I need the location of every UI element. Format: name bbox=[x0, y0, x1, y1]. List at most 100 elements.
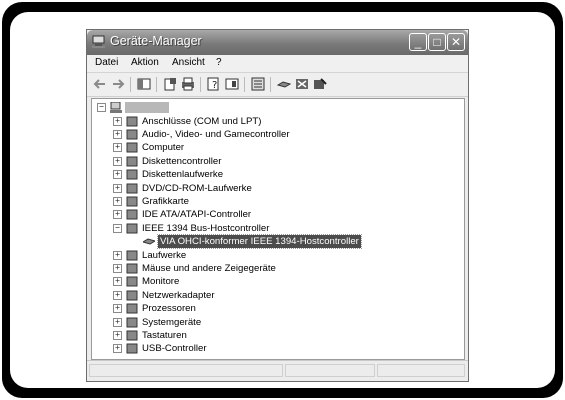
port-icon bbox=[126, 116, 138, 126]
ieee1394-device-icon bbox=[143, 238, 155, 245]
print-icon[interactable] bbox=[181, 77, 195, 91]
tree-category[interactable]: + Anschlüsse (COM und LPT) bbox=[92, 115, 452, 128]
tree-root[interactable]: − bbox=[97, 101, 197, 114]
tree-category[interactable]: + Systemgeräte bbox=[92, 316, 452, 329]
tree-category[interactable]: + Monitore bbox=[92, 275, 452, 288]
window-title: Geräte-Manager bbox=[110, 34, 202, 48]
tree-category-label[interactable]: Monitore bbox=[142, 275, 179, 288]
tree-category-label[interactable]: Mäuse und andere Zeigegeräte bbox=[142, 262, 276, 275]
tree-category-label[interactable]: Netzwerkadapter bbox=[142, 289, 215, 302]
expand-toggle[interactable]: + bbox=[113, 317, 122, 327]
tree-category-label[interactable]: USB-Controller bbox=[142, 342, 207, 355]
tree-category-label[interactable]: Diskettencontroller bbox=[142, 155, 221, 168]
tree-category[interactable]: + Audio-, Video- und Gamecontroller bbox=[92, 128, 452, 141]
tree-category-label[interactable]: Anschlüsse (COM und LPT) bbox=[142, 115, 261, 128]
menu-aktion[interactable]: Aktion bbox=[131, 57, 159, 68]
tree-category[interactable]: + Prozessoren bbox=[92, 302, 452, 315]
display-adapter-icon bbox=[126, 196, 138, 207]
minimize-button[interactable]: _ bbox=[409, 33, 427, 51]
expand-toggle[interactable]: + bbox=[113, 156, 122, 166]
status-bar bbox=[87, 360, 468, 381]
expand-toggle[interactable]: + bbox=[113, 344, 122, 354]
tree-category[interactable]: + Diskettencontroller bbox=[92, 155, 452, 168]
tree-category[interactable]: + Netzwerkadapter bbox=[92, 289, 452, 302]
floppy-controller-icon bbox=[126, 156, 138, 167]
expand-toggle[interactable]: + bbox=[113, 129, 122, 139]
tree-category[interactable]: + Mäuse und andere Zeigegeräte bbox=[92, 262, 452, 275]
tree-category[interactable]: + Tastaturen bbox=[92, 329, 452, 342]
title-bar[interactable]: Geräte-Manager _ □ ✕ bbox=[87, 30, 468, 55]
collapse-toggle[interactable]: − bbox=[113, 223, 122, 233]
tree-category[interactable]: + Computer bbox=[92, 141, 452, 154]
help-icon[interactable]: ? bbox=[207, 77, 221, 91]
tree-category-label[interactable]: Computer bbox=[142, 141, 184, 154]
tree-category-label[interactable]: DVD/CD-ROM-Laufwerke bbox=[142, 182, 252, 195]
expand-toggle[interactable]: + bbox=[113, 330, 122, 340]
tree-category-label[interactable]: Laufwerke bbox=[142, 249, 186, 262]
tree-category-label[interactable]: Prozessoren bbox=[142, 302, 196, 315]
tree-category[interactable]: − IEEE 1394 Bus-Hostcontroller bbox=[92, 222, 452, 235]
computer-name[interactable] bbox=[125, 102, 169, 113]
computer-icon bbox=[110, 102, 122, 113]
mouse-icon bbox=[126, 263, 138, 274]
expand-toggle[interactable]: + bbox=[113, 196, 122, 206]
expand-toggle[interactable]: + bbox=[113, 277, 122, 287]
device-manager-window: Geräte-Manager _ □ ✕ Datei Aktion Ansich… bbox=[86, 29, 469, 382]
tree-category-label[interactable]: Grafikkarte bbox=[142, 195, 189, 208]
ieee1394-icon bbox=[126, 223, 138, 234]
close-button[interactable]: ✕ bbox=[447, 33, 465, 51]
cdrom-icon bbox=[126, 183, 138, 193]
expand-toggle[interactable]: + bbox=[113, 250, 122, 260]
view-icon[interactable] bbox=[225, 77, 239, 91]
expand-toggle[interactable]: + bbox=[113, 290, 122, 300]
expand-toggle[interactable]: + bbox=[113, 263, 122, 273]
console-tree-icon[interactable] bbox=[137, 77, 151, 91]
tree-category[interactable]: + IDE ATA/ATAPI-Controller bbox=[92, 208, 452, 221]
expand-toggle[interactable]: + bbox=[113, 210, 122, 220]
tree-device[interactable]: VIA OHCI-konformer IEEE 1394-Hostcontrol… bbox=[92, 234, 452, 250]
network-adapter-icon bbox=[126, 290, 138, 301]
toolbar-separator bbox=[130, 77, 131, 92]
toolbar-separator bbox=[270, 77, 271, 92]
back-arrow-icon[interactable] bbox=[93, 77, 107, 91]
tree-category[interactable]: + DVD/CD-ROM-Laufwerke bbox=[92, 182, 452, 195]
update-driver-icon[interactable] bbox=[277, 77, 291, 91]
disable-icon[interactable] bbox=[313, 77, 327, 91]
forward-arrow-icon[interactable] bbox=[111, 77, 125, 91]
tree-category[interactable]: + Grafikkarte bbox=[92, 195, 452, 208]
tree-category-label[interactable]: IEEE 1394 Bus-Hostcontroller bbox=[142, 222, 269, 235]
device-tree[interactable]: − + Anschlüsse (COM und LPT) + Audio-, Vide… bbox=[91, 98, 465, 360]
toolbar-separator bbox=[200, 77, 201, 92]
ide-controller-icon bbox=[126, 209, 138, 220]
usb-icon bbox=[126, 343, 138, 354]
expand-toggle[interactable]: + bbox=[113, 143, 122, 153]
system-device-icon bbox=[126, 317, 138, 327]
tree-category-label[interactable]: Tastaturen bbox=[142, 329, 187, 342]
tree-category[interactable]: + USB-Controller bbox=[92, 342, 452, 355]
expand-toggle[interactable]: + bbox=[113, 183, 122, 193]
tree-category-label[interactable]: IDE ATA/ATAPI-Controller bbox=[142, 208, 251, 221]
tree-device-label[interactable]: VIA OHCI-konformer IEEE 1394-Hostcontrol… bbox=[157, 234, 362, 250]
tree-category[interactable]: + Diskettenlaufwerke bbox=[92, 168, 452, 181]
scan-hardware-icon[interactable] bbox=[251, 77, 265, 91]
tree-category-label[interactable]: Audio-, Video- und Gamecontroller bbox=[142, 128, 290, 141]
expand-toggle[interactable]: + bbox=[113, 170, 122, 180]
properties-icon[interactable] bbox=[163, 77, 177, 91]
tree-category-label[interactable]: Systemgeräte bbox=[142, 316, 201, 329]
svg-text:?: ? bbox=[212, 80, 217, 91]
status-cell bbox=[377, 364, 465, 377]
expand-toggle[interactable]: + bbox=[113, 116, 122, 126]
menu-help[interactable]: ? bbox=[216, 57, 222, 68]
maximize-button[interactable]: □ bbox=[428, 33, 446, 51]
toolbar: ? bbox=[87, 73, 468, 97]
expand-toggle[interactable]: + bbox=[113, 304, 122, 314]
menu-ansicht[interactable]: Ansicht bbox=[172, 57, 205, 68]
keyboard-icon bbox=[126, 330, 138, 341]
menu-datei[interactable]: Datei bbox=[95, 57, 118, 68]
floppy-drive-icon bbox=[126, 169, 138, 180]
tree-category[interactable]: + Laufwerke bbox=[92, 249, 452, 262]
uninstall-icon[interactable] bbox=[295, 77, 309, 91]
monitor-icon bbox=[126, 276, 138, 287]
collapse-toggle[interactable]: − bbox=[97, 103, 106, 112]
tree-category-label[interactable]: Diskettenlaufwerke bbox=[142, 168, 223, 181]
